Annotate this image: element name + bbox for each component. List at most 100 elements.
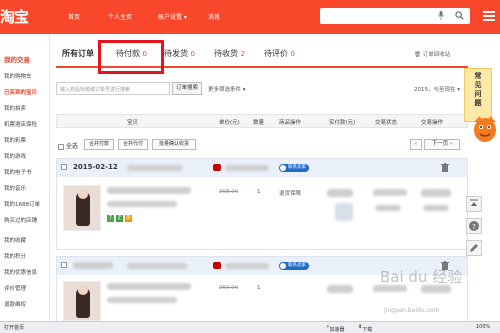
date-range-select[interactable]: 2015，与至现在 ▾ xyxy=(414,85,460,93)
nav-messages[interactable]: 消息 xyxy=(208,12,220,21)
sidebar-item-reviews[interactable]: 评价管理 xyxy=(4,284,26,292)
col-item: 宝贝 xyxy=(127,120,139,126)
merge-agent-pay-button[interactable]: 合并代付 xyxy=(118,139,148,150)
quantity: 1 xyxy=(257,285,261,291)
col-price: 单价(元) xyxy=(219,120,240,126)
order-number-blurred xyxy=(127,165,183,171)
product-thumbnail[interactable] xyxy=(63,281,101,321)
shop-icon xyxy=(213,262,221,269)
sidebar-item-ebooks[interactable]: 我的电子书 xyxy=(4,168,32,176)
paid-amount-blurred xyxy=(327,189,353,197)
browser-status-bar: 打开首页 ⚡ 加速器 ⬇ 下载 100% xyxy=(0,321,500,333)
order-card: 2015-02-12 联系卖家 7 正 票 208.00 1 退货保障 xyxy=(56,158,468,250)
nav-home[interactable]: 首页 xyxy=(68,12,80,21)
sidebar-heading: 我的交易 xyxy=(4,56,30,64)
tab-pending-receipt[interactable]: 待收货 2 xyxy=(214,48,245,59)
sidebar-item-games[interactable]: 我的游戏 xyxy=(4,152,26,160)
sidebar-item-travel[interactable]: 机票酒店保险 xyxy=(4,120,37,128)
left-sidebar: 我的交易 我的购物车 已买到的宝贝 我的拍卖 机票酒店保险 我的彩票 我的游戏 … xyxy=(0,34,50,325)
nav-profile[interactable]: 个人主页 xyxy=(108,12,132,21)
col-qty: 数量 xyxy=(253,120,265,126)
zoom-level[interactable]: 100% xyxy=(476,324,490,330)
shop-name-blurred xyxy=(225,263,269,269)
order-checkbox[interactable] xyxy=(61,262,67,268)
sidebar-item-bought[interactable]: 已买到的宝贝 xyxy=(4,88,37,96)
select-all-checkbox[interactable] xyxy=(58,143,64,150)
return-guarantee-link[interactable]: 退货保障 xyxy=(279,189,301,197)
batch-confirm-button[interactable]: 批量确认收货 xyxy=(152,139,196,150)
order-search-button[interactable]: 订单搜索 xyxy=(172,82,202,95)
nav-account-settings[interactable]: 账户设置 ▾ xyxy=(158,12,187,21)
top-navigation-bar: 淘宝 首页 个人主页 账户设置 ▾ 消息 xyxy=(0,0,500,34)
merge-pay-button[interactable]: 合并付款 xyxy=(84,139,114,150)
authentic-badge: 正 xyxy=(116,215,123,222)
back-to-top-button[interactable] xyxy=(466,196,482,212)
order-search-input[interactable]: 输入商品标题或订单号进行搜索 xyxy=(56,82,170,95)
baidu-watermark-url: jingyan.baidu.com xyxy=(384,307,440,314)
sidebar-item-music[interactable]: 我的音乐 xyxy=(4,184,26,192)
trade-action2-blurred[interactable] xyxy=(423,205,449,211)
order-number-blurred xyxy=(127,263,187,269)
download-button[interactable]: ⬇ 下载 xyxy=(358,324,372,333)
col-actions: 商品操作 xyxy=(279,120,302,126)
side-tools: ? xyxy=(466,196,482,270)
product-title-blurred[interactable] xyxy=(107,187,191,194)
select-all[interactable]: 全选 xyxy=(58,141,78,150)
tab-all-orders[interactable]: 所有订单 xyxy=(62,48,94,59)
product-sku-blurred xyxy=(107,297,177,303)
sidebar-item-refunds[interactable]: 退款维权 xyxy=(4,300,26,308)
svg-text:?: ? xyxy=(472,223,476,231)
tab-pending-review[interactable]: 待评价 0 xyxy=(264,48,295,59)
col-trade-actions: 交易操作 xyxy=(421,120,444,126)
highlight-box xyxy=(98,40,164,74)
sidebar-item-lottery[interactable]: 我的彩票 xyxy=(4,136,26,144)
order-detail-link-blurred[interactable] xyxy=(375,205,401,211)
paid-detail-blurred xyxy=(335,203,353,221)
sidebar-item-cart[interactable]: 我的购物车 xyxy=(4,72,32,80)
sidebar-item-points[interactable]: 我的积分 xyxy=(4,252,26,260)
unit-price: 208.00 xyxy=(219,189,239,195)
tab-pending-shipment[interactable]: 待发货 0 xyxy=(164,48,195,59)
taobao-logo[interactable]: 淘宝 xyxy=(0,6,46,28)
guarantee-badge: 7 xyxy=(107,215,114,222)
product-thumbnail[interactable] xyxy=(63,185,101,231)
product-title-blurred[interactable] xyxy=(107,283,191,290)
mascot-icon[interactable] xyxy=(470,110,500,146)
sidebar-item-shops[interactable]: 购买过的店铺 xyxy=(4,216,37,224)
contact-seller-button[interactable]: 联系卖家 xyxy=(279,164,309,172)
batch-actions: 全选 合并付款 合并代付 批量确认收货 ‹ 下一页 › xyxy=(56,139,468,151)
faq-char-1: 常 xyxy=(474,72,482,80)
sidebar-item-favorites[interactable]: 我的收藏 xyxy=(4,236,26,244)
feedback-button[interactable] xyxy=(466,240,482,256)
global-search-input[interactable] xyxy=(320,8,470,24)
quantity: 1 xyxy=(257,189,261,195)
accelerator-button[interactable]: ⚡ 加速器 xyxy=(326,324,345,333)
order-date: 2015-02-12 xyxy=(73,163,118,171)
more-filters-toggle[interactable]: 更多筛选条件 ▾ xyxy=(208,85,246,93)
order-checkbox[interactable] xyxy=(61,164,67,170)
sidebar-item-coupons[interactable]: 我的优惠信息 xyxy=(4,268,37,276)
arrow-up-icon xyxy=(470,199,478,206)
invoice-badge: 票 xyxy=(125,215,132,222)
microphone-icon[interactable] xyxy=(438,11,444,20)
next-page-button[interactable]: 下一页 › xyxy=(424,139,460,150)
col-status: 交易状态 xyxy=(375,120,398,126)
menu-icon[interactable] xyxy=(482,10,496,22)
faq-char-4: 题 xyxy=(474,99,482,107)
trade-action-blurred[interactable] xyxy=(421,189,451,197)
shop-icon xyxy=(213,164,221,171)
prev-page-button[interactable]: ‹ xyxy=(410,139,422,150)
help-button[interactable]: ? xyxy=(466,218,482,234)
shop-name-blurred xyxy=(225,165,269,171)
sidebar-item-auction[interactable]: 我的拍卖 xyxy=(4,104,26,112)
faq-char-3: 问 xyxy=(474,90,482,98)
faq-char-2: 见 xyxy=(474,81,482,89)
baidu-watermark: Bai du 经验 xyxy=(380,268,463,286)
edit-icon xyxy=(470,244,478,252)
contact-seller-button[interactable]: 联系卖家 xyxy=(279,262,309,270)
sidebar-item-1688[interactable]: 我的1688订单 xyxy=(4,200,40,208)
order-date-blurred xyxy=(73,262,113,269)
recycle-bin-link[interactable]: 🗑 订单回收站 xyxy=(414,50,450,58)
search-icon[interactable] xyxy=(455,11,464,20)
delete-icon[interactable] xyxy=(441,163,449,172)
